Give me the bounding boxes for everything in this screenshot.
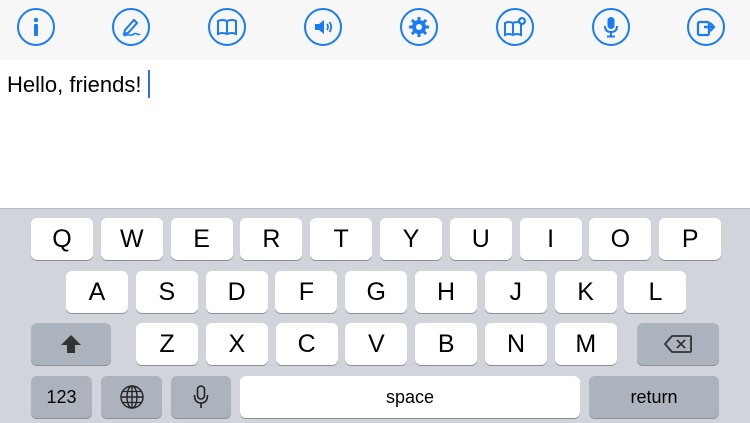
- key-z[interactable]: Z: [136, 323, 198, 365]
- key-v[interactable]: V: [345, 323, 408, 365]
- key-r[interactable]: R: [240, 218, 303, 260]
- key-label: O: [610, 224, 631, 253]
- key-j[interactable]: J: [484, 271, 547, 313]
- speaker-icon: [315, 20, 333, 34]
- return-key[interactable]: return: [589, 376, 719, 418]
- space-key-label: space: [385, 386, 435, 407]
- text-caret: [147, 70, 150, 99]
- key-label: Y: [402, 224, 420, 253]
- key-label: H: [436, 277, 456, 306]
- key-label: K: [577, 277, 594, 306]
- info-icon: [33, 17, 39, 36]
- globe-icon: [119, 385, 144, 409]
- key-label: L: [648, 277, 663, 306]
- add-dictionary-button[interactable]: [496, 8, 534, 46]
- editor-text: Hello, friends!: [7, 72, 142, 97]
- dictation-key[interactable]: [171, 376, 231, 418]
- settings-button[interactable]: [400, 8, 438, 46]
- key-label: S: [158, 277, 176, 306]
- key-label: J: [509, 277, 523, 306]
- key-f[interactable]: F: [275, 271, 338, 313]
- key-w[interactable]: W: [100, 218, 163, 260]
- numbers-key-label: 123: [46, 386, 77, 407]
- microphone-icon: [604, 17, 618, 38]
- book-add-icon: [504, 17, 526, 37]
- key-t[interactable]: T: [310, 218, 373, 260]
- key-n[interactable]: N: [485, 323, 547, 365]
- share-button[interactable]: [687, 8, 725, 46]
- key-label: G: [366, 277, 386, 306]
- key-g[interactable]: G: [345, 271, 408, 313]
- handwriting-icon: [122, 18, 141, 37]
- share-icon: [696, 20, 716, 37]
- key-label: V: [368, 329, 385, 358]
- key-label: R: [262, 224, 281, 253]
- key-p[interactable]: P: [659, 218, 722, 260]
- microphone-icon: [193, 385, 209, 408]
- space-key[interactable]: space: [240, 376, 580, 418]
- key-label: I: [547, 224, 555, 253]
- delete-icon: [664, 335, 692, 353]
- key-a[interactable]: A: [66, 271, 128, 313]
- key-u[interactable]: U: [449, 218, 512, 260]
- key-o[interactable]: O: [589, 218, 652, 260]
- key-label: B: [437, 329, 455, 358]
- key-label: T: [333, 224, 349, 253]
- return-key-label: return: [630, 386, 678, 407]
- editor-text-line: Hello, friends!: [7, 70, 150, 100]
- key-label: Z: [159, 329, 175, 358]
- key-label: D: [227, 277, 246, 306]
- key-label: W: [119, 224, 144, 253]
- key-y[interactable]: Y: [380, 218, 442, 260]
- key-s[interactable]: S: [135, 271, 198, 313]
- gear-icon: [409, 17, 429, 37]
- key-b[interactable]: B: [415, 323, 478, 365]
- dictionary-button[interactable]: [208, 8, 246, 46]
- globe-key[interactable]: [101, 376, 162, 418]
- numbers-key[interactable]: 123: [31, 376, 92, 418]
- key-label: U: [471, 224, 490, 253]
- key-x[interactable]: X: [205, 323, 268, 365]
- delete-key[interactable]: [637, 323, 719, 365]
- key-d[interactable]: D: [205, 271, 268, 313]
- speak-button[interactable]: [304, 8, 342, 46]
- book-icon: [217, 19, 237, 36]
- info-button[interactable]: [17, 8, 55, 46]
- key-label: A: [88, 277, 106, 306]
- key-m[interactable]: M: [554, 323, 617, 365]
- keyboard: Q W E R T Y U I O P A S D F G H J K L Z X C V B N M 123 space r…: [0, 208, 750, 423]
- key-e[interactable]: E: [170, 218, 233, 260]
- key-label: E: [193, 224, 210, 253]
- key-l[interactable]: L: [624, 271, 687, 313]
- key-i[interactable]: I: [519, 218, 582, 260]
- key-label: X: [228, 329, 246, 358]
- handwriting-button[interactable]: [112, 8, 150, 46]
- key-h[interactable]: H: [415, 271, 477, 313]
- dictation-button[interactable]: [592, 8, 630, 46]
- key-label: M: [575, 329, 597, 358]
- key-q[interactable]: Q: [31, 218, 93, 260]
- toolbar: [0, 0, 750, 60]
- key-label: Q: [52, 224, 72, 253]
- key-label: C: [297, 329, 316, 358]
- shift-key[interactable]: [31, 323, 111, 365]
- key-label: P: [681, 224, 699, 253]
- key-label: N: [506, 329, 526, 358]
- key-label: F: [298, 277, 315, 306]
- key-k[interactable]: K: [554, 271, 617, 313]
- key-c[interactable]: C: [275, 323, 338, 365]
- shift-icon: [61, 335, 81, 353]
